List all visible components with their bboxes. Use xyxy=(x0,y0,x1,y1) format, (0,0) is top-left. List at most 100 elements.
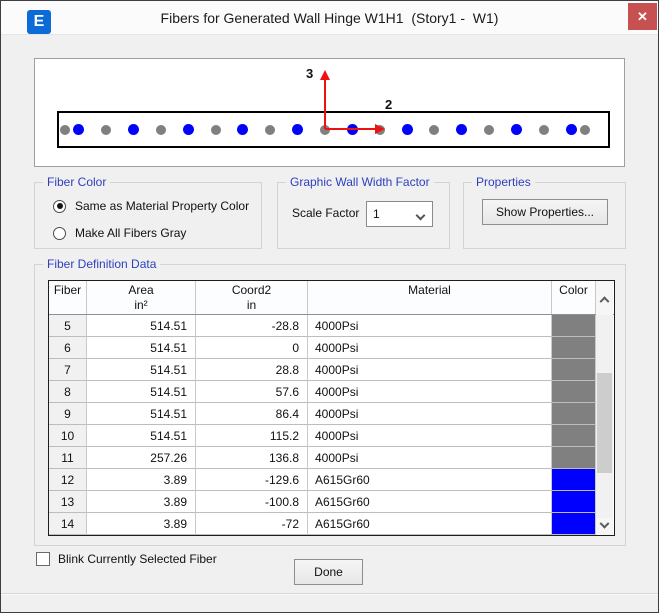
vertical-scrollbar[interactable] xyxy=(596,315,613,535)
fiber-cell: 13 xyxy=(49,491,87,513)
area-cell: 514.51 xyxy=(87,381,196,403)
checkbox-icon xyxy=(36,552,50,566)
width-factor-group-title: Graphic Wall Width Factor xyxy=(286,175,434,190)
fiber-cell: 11 xyxy=(49,447,87,469)
fiber-color-group-title: Fiber Color xyxy=(43,175,110,190)
chevron-down-icon xyxy=(416,211,426,221)
scale-factor-label: Scale Factor xyxy=(292,206,359,220)
axis-2-label: 2 xyxy=(385,97,392,112)
material-cell: A615Gr60 xyxy=(308,491,552,513)
table-row[interactable]: 143.89-72A615Gr60 xyxy=(49,513,596,535)
color-swatch-cell xyxy=(552,425,596,447)
axis-2-arrow-icon xyxy=(375,124,385,134)
fiber-color-group: Fiber Color Same as Material Property Co… xyxy=(34,182,262,249)
fiber-cell: 14 xyxy=(49,513,87,535)
fiber-dot[interactable] xyxy=(511,124,522,135)
fiber-dot[interactable] xyxy=(484,125,494,135)
column-header-fiber-label: Fiber xyxy=(54,283,81,298)
scrollbar-down-button[interactable] xyxy=(596,518,613,535)
material-cell: 4000Psi xyxy=(308,315,552,337)
fiber-dot[interactable] xyxy=(60,125,70,135)
scale-factor-select[interactable]: 1 xyxy=(366,201,433,227)
table-row[interactable]: 7514.5128.84000Psi xyxy=(49,359,596,381)
color-swatch-cell xyxy=(552,469,596,491)
close-button[interactable]: ✕ xyxy=(628,3,657,30)
axis-2-line xyxy=(325,128,375,130)
radio-icon xyxy=(53,200,66,213)
radio-same-as-material-label: Same as Material Property Color xyxy=(75,199,249,213)
fiber-cell: 5 xyxy=(49,315,87,337)
table-row[interactable]: 5514.51-28.84000Psi xyxy=(49,315,596,337)
coord2-cell: -28.8 xyxy=(196,315,308,337)
fiber-dot[interactable] xyxy=(580,125,590,135)
column-header-coord2: Coord2 in xyxy=(196,281,308,314)
fibers-dialog: E Fibers for Generated Wall Hinge W1H1 (… xyxy=(0,0,659,613)
scale-factor-value: 1 xyxy=(373,207,380,221)
area-cell: 514.51 xyxy=(87,403,196,425)
material-cell: A615Gr60 xyxy=(308,513,552,535)
fiber-table-rows: 5514.51-28.84000Psi6514.5104000Psi7514.5… xyxy=(49,315,596,535)
fiber-dot[interactable] xyxy=(156,125,166,135)
fiber-dot[interactable] xyxy=(265,125,275,135)
window-title: Fibers for Generated Wall Hinge W1H1 (St… xyxy=(1,1,658,35)
fiber-dot[interactable] xyxy=(539,125,549,135)
area-cell: 514.51 xyxy=(87,425,196,447)
column-header-color: Color xyxy=(552,281,596,314)
material-cell: 4000Psi xyxy=(308,381,552,403)
properties-group: Properties Show Properties... xyxy=(463,182,626,249)
fiber-dot[interactable] xyxy=(211,125,221,135)
coord2-cell: 28.8 xyxy=(196,359,308,381)
coord2-cell: 86.4 xyxy=(196,403,308,425)
fiber-definition-group-title: Fiber Definition Data xyxy=(43,257,160,272)
table-row[interactable]: 11257.26136.84000Psi xyxy=(49,447,596,469)
table-row[interactable]: 123.89-129.6A615Gr60 xyxy=(49,469,596,491)
material-cell: 4000Psi xyxy=(308,403,552,425)
fiber-table-body: 5514.51-28.84000Psi6514.5104000Psi7514.5… xyxy=(49,315,614,535)
column-header-material: Material xyxy=(308,281,552,314)
coord2-cell: 0 xyxy=(196,337,308,359)
table-row[interactable]: 9514.5186.44000Psi xyxy=(49,403,596,425)
coord2-cell: -129.6 xyxy=(196,469,308,491)
fiber-dot[interactable] xyxy=(402,124,413,135)
blink-selected-fiber-label: Blink Currently Selected Fiber xyxy=(58,552,217,566)
fiber-dot[interactable] xyxy=(566,124,577,135)
chevron-down-icon xyxy=(600,519,610,529)
table-row[interactable]: 10514.51115.24000Psi xyxy=(49,425,596,447)
table-row[interactable]: 133.89-100.8A615Gr60 xyxy=(49,491,596,513)
radio-same-as-material[interactable]: Same as Material Property Color xyxy=(53,199,249,213)
close-icon: ✕ xyxy=(637,9,648,25)
fiber-table: Fiber Area in² Coord2 in Material Color xyxy=(48,280,615,536)
color-swatch-cell xyxy=(552,447,596,469)
material-cell: A615Gr60 xyxy=(308,469,552,491)
fiber-dot[interactable] xyxy=(101,125,111,135)
scrollbar-thumb[interactable] xyxy=(597,373,612,473)
coord2-cell: 115.2 xyxy=(196,425,308,447)
blink-selected-fiber-checkbox[interactable]: Blink Currently Selected Fiber xyxy=(36,552,217,566)
area-cell: 3.89 xyxy=(87,469,196,491)
fiber-dot[interactable] xyxy=(429,125,439,135)
material-cell: 4000Psi xyxy=(308,359,552,381)
column-header-area-label: Area xyxy=(128,283,153,298)
done-button[interactable]: Done xyxy=(294,559,363,585)
coord2-cell: -72 xyxy=(196,513,308,535)
fiber-dot[interactable] xyxy=(128,124,139,135)
radio-make-fibers-gray[interactable]: Make All Fibers Gray xyxy=(53,226,186,240)
color-swatch-cell xyxy=(552,359,596,381)
color-swatch-cell xyxy=(552,513,596,535)
fiber-cell: 6 xyxy=(49,337,87,359)
color-swatch-cell xyxy=(552,403,596,425)
fiber-cell: 7 xyxy=(49,359,87,381)
material-cell: 4000Psi xyxy=(308,337,552,359)
fiber-dot[interactable] xyxy=(183,124,194,135)
coord2-cell: 57.6 xyxy=(196,381,308,403)
area-cell: 514.51 xyxy=(87,337,196,359)
table-row[interactable]: 6514.5104000Psi xyxy=(49,337,596,359)
column-header-material-label: Material xyxy=(408,283,451,298)
show-properties-button[interactable]: Show Properties... xyxy=(482,199,608,225)
scrollbar-up-button[interactable] xyxy=(596,281,613,315)
table-row[interactable]: 8514.5157.64000Psi xyxy=(49,381,596,403)
area-cell: 257.26 xyxy=(87,447,196,469)
radio-icon xyxy=(53,227,66,240)
material-cell: 4000Psi xyxy=(308,425,552,447)
fiber-diagram-panel: 3 2 xyxy=(34,58,625,167)
